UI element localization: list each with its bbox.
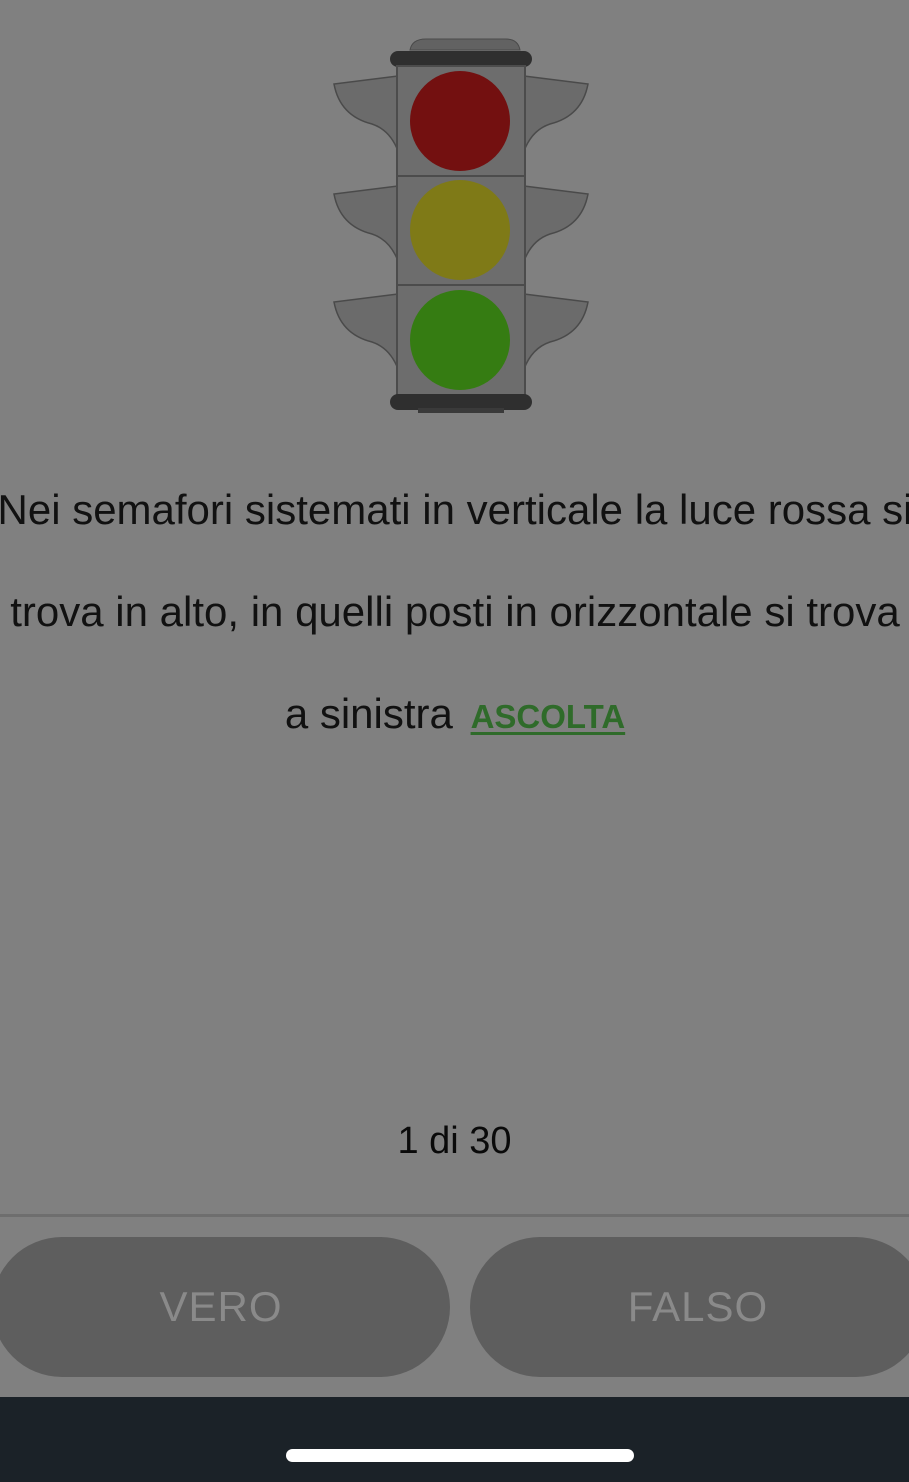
divider [0,1214,909,1217]
question-text: Nei semafori sistemati in verticale la l… [0,433,909,793]
question-counter: 1 di 30 [397,1120,512,1162]
question-line-3: a sinistra ASCOLTA [0,688,909,742]
question-line-3-text: a sinistra [284,690,453,737]
home-indicator[interactable] [286,1449,634,1462]
green-light [410,290,510,390]
red-light [410,71,510,171]
traffic-light-icon [333,38,589,413]
true-button[interactable]: VERO [0,1237,450,1377]
false-button[interactable]: FALSO [470,1237,909,1377]
question-line-2: trova in alto, in quelli posti in orizzo… [10,588,900,635]
quiz-screen: Nei semafori sistemati in verticale la l… [0,0,909,1397]
yellow-light [410,180,510,280]
listen-link[interactable]: ASCOLTA [471,698,626,735]
home-bar-area [0,1397,909,1482]
question-line-1: Nei semafori sistemati in verticale la l… [0,486,909,533]
